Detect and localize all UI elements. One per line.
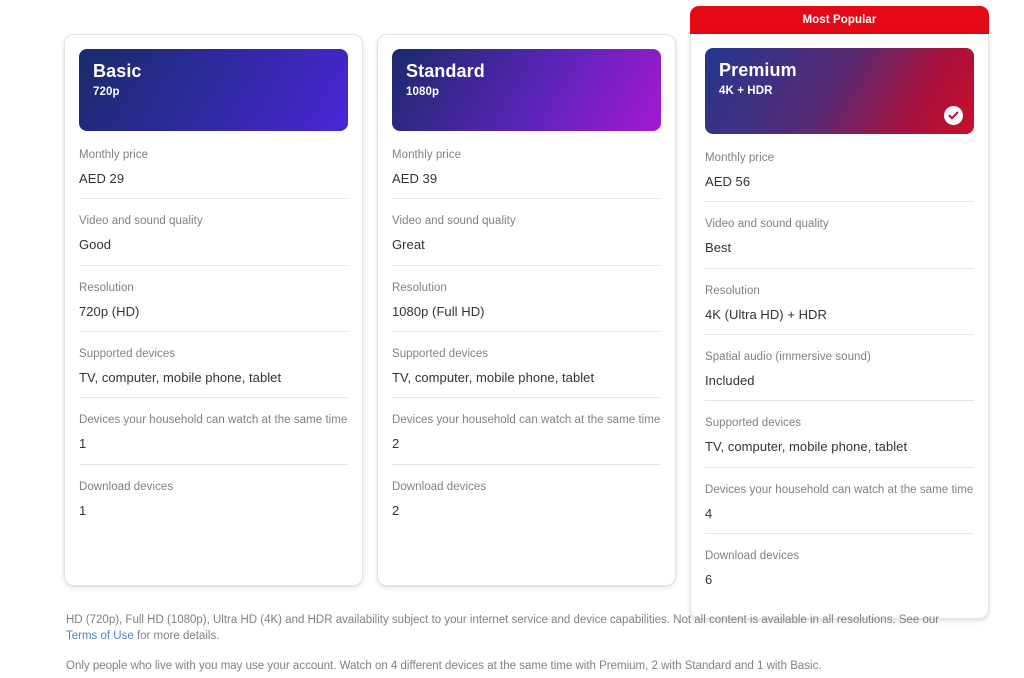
feature-row: Devices your household can watch at the … (79, 398, 348, 465)
feature-label: Video and sound quality (705, 218, 829, 231)
plan-header-premium: Premium 4K + HDR (705, 48, 974, 134)
plan-selection-page: Basic 720p Monthly price AED 29 Video an… (0, 0, 1024, 678)
feature-row: Monthly price AED 29 (79, 133, 348, 200)
feature-row: Devices your household can watch at the … (392, 398, 661, 465)
plan-name: Standard (406, 61, 485, 81)
feature-value: 4 (705, 505, 713, 521)
feature-row: Spatial audio (immersive sound) Included (705, 335, 974, 402)
feature-label: Devices your household can watch at the … (79, 414, 348, 427)
feature-row: Monthly price AED 39 (392, 133, 661, 200)
feature-label: Monthly price (705, 152, 775, 164)
plan-card-standard[interactable]: Standard 1080p Monthly price AED 39 Vide… (377, 34, 676, 586)
feature-value: 6 (705, 571, 713, 587)
footer-disclaimers: HD (720p), Full HD (1080p), Ultra HD (4K… (66, 612, 966, 674)
banner-spacer (64, 6, 363, 34)
feature-value: TV, computer, mobile phone, tablet (705, 439, 908, 455)
feature-value: TV, computer, mobile phone, tablet (79, 369, 282, 385)
feature-list-standard: Monthly price AED 39 Video and sound qua… (392, 131, 661, 530)
feature-label: Monthly price (392, 149, 462, 161)
plan-name: Premium (719, 60, 797, 80)
plan-column-premium: Most Popular Premium 4K + HDR Monthly pr… (690, 6, 989, 619)
feature-label: Download devices (79, 480, 174, 493)
feature-row: Resolution 720p (HD) (79, 266, 348, 333)
feature-row: Download devices 1 (79, 465, 348, 530)
plan-quality: 720p (93, 85, 120, 98)
feature-label: Resolution (392, 281, 447, 294)
plan-card-premium[interactable]: Premium 4K + HDR Monthly price AED 56 Vi (690, 34, 989, 619)
disclaimer-text-lead: HD (720p), Full HD (1080p), Ultra HD (4K… (66, 614, 940, 626)
banner-spacer (377, 6, 676, 34)
feature-value: Included (705, 372, 755, 388)
feature-label: Resolution (79, 281, 134, 294)
feature-label: Supported devices (392, 348, 489, 361)
feature-row: Video and sound quality Best (705, 202, 974, 269)
feature-row: Download devices 2 (392, 465, 661, 530)
check-circle-icon (944, 106, 963, 125)
feature-row: Video and sound quality Great (392, 199, 661, 266)
plan-column-standard: Standard 1080p Monthly price AED 39 Vide… (377, 6, 676, 586)
feature-label: Devices your household can watch at the … (392, 414, 661, 427)
feature-value: 2 (392, 502, 400, 518)
feature-label: Download devices (705, 550, 800, 563)
feature-value: 1 (79, 436, 87, 452)
feature-value: Good (79, 237, 112, 253)
plan-quality: 4K + HDR (719, 84, 773, 97)
feature-list-basic: Monthly price AED 29 Video and sound qua… (79, 131, 348, 530)
feature-row: Supported devices TV, computer, mobile p… (392, 332, 661, 399)
terms-of-use-link[interactable]: Terms of Use (66, 630, 134, 642)
plan-name: Basic (93, 61, 142, 81)
feature-value: 1 (79, 502, 87, 518)
feature-value: 1080p (Full HD) (392, 303, 485, 319)
feature-label: Resolution (705, 284, 760, 297)
feature-value: 2 (392, 436, 400, 452)
disclaimer-resolution: HD (720p), Full HD (1080p), Ultra HD (4K… (66, 612, 966, 645)
feature-label: Supported devices (705, 417, 802, 430)
feature-label: Supported devices (79, 348, 176, 361)
plan-header-standard: Standard 1080p (392, 49, 661, 131)
feature-value: Great (392, 237, 425, 253)
disclaimer-household: Only people who live with you may use yo… (66, 659, 822, 672)
feature-row: Resolution 1080p (Full HD) (392, 266, 661, 333)
feature-label: Monthly price (79, 149, 149, 161)
feature-row: Devices your household can watch at the … (705, 468, 974, 535)
feature-value: Best (705, 240, 732, 256)
feature-label: Download devices (392, 480, 487, 493)
feature-row: Resolution 4K (Ultra HD) + HDR (705, 269, 974, 336)
plan-grid: Basic 720p Monthly price AED 29 Video an… (64, 6, 989, 619)
feature-value: 4K (Ultra HD) + HDR (705, 306, 827, 322)
feature-label: Video and sound quality (392, 215, 516, 228)
feature-row: Supported devices TV, computer, mobile p… (79, 332, 348, 399)
feature-list-premium: Monthly price AED 56 Video and sound qua… (705, 134, 974, 600)
feature-label: Spatial audio (immersive sound) (705, 351, 871, 364)
plan-quality: 1080p (406, 85, 440, 98)
feature-label: Devices your household can watch at the … (705, 483, 974, 496)
feature-row: Monthly price AED 56 (705, 136, 974, 203)
plan-card-basic[interactable]: Basic 720p Monthly price AED 29 Video an… (64, 34, 363, 586)
feature-value: AED 29 (79, 170, 125, 186)
feature-value: TV, computer, mobile phone, tablet (392, 369, 595, 385)
feature-value: 720p (HD) (79, 303, 140, 319)
most-popular-badge: Most Popular (690, 6, 989, 34)
feature-row: Video and sound quality Good (79, 199, 348, 266)
plan-column-basic: Basic 720p Monthly price AED 29 Video an… (64, 6, 363, 586)
disclaimer-text-tail: for more details. (133, 630, 220, 643)
feature-value: AED 39 (392, 170, 438, 186)
plan-header-basic: Basic 720p (79, 49, 348, 131)
feature-value: AED 56 (705, 173, 751, 189)
feature-label: Video and sound quality (79, 215, 203, 228)
feature-row: Download devices 6 (705, 534, 974, 599)
feature-row: Supported devices TV, computer, mobile p… (705, 401, 974, 468)
